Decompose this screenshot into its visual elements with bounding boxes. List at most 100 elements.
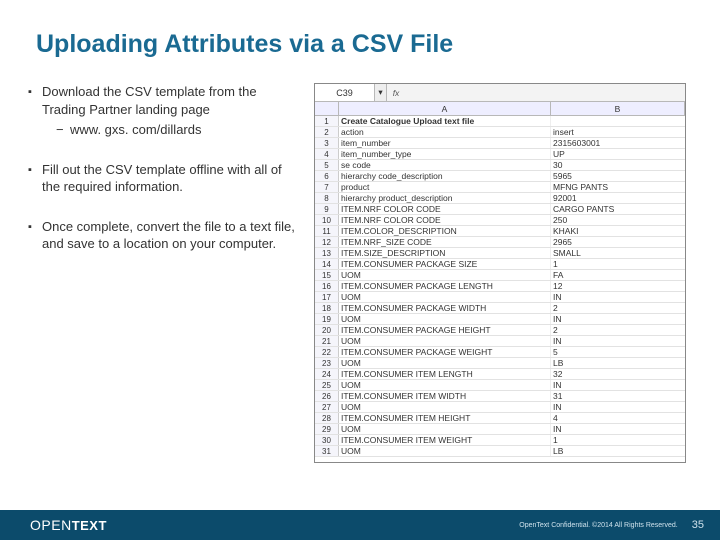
row-number[interactable]: 3 (315, 138, 339, 148)
column-header-b[interactable]: B (551, 102, 685, 115)
row-number[interactable]: 5 (315, 160, 339, 170)
cell-a[interactable]: ITEM.CONSUMER PACKAGE LENGTH (339, 281, 551, 291)
table-row: 18ITEM.CONSUMER PACKAGE WIDTH2 (315, 303, 685, 314)
cell-b[interactable]: 1 (551, 435, 685, 445)
cell-b[interactable]: 2 (551, 303, 685, 313)
cell-a[interactable]: ITEM.CONSUMER ITEM HEIGHT (339, 413, 551, 423)
row-number[interactable]: 22 (315, 347, 339, 357)
cell-b[interactable]: IN (551, 380, 685, 390)
row-number[interactable]: 1 (315, 116, 339, 126)
cell-b[interactable]: UP (551, 149, 685, 159)
cell-b[interactable]: 2 (551, 325, 685, 335)
cell-b[interactable]: 32 (551, 369, 685, 379)
fx-label[interactable]: fx (387, 88, 405, 98)
select-all-corner[interactable] (315, 102, 339, 115)
row-number[interactable]: 10 (315, 215, 339, 225)
cell-a[interactable]: UOM (339, 380, 551, 390)
cell-b[interactable]: KHAKI (551, 226, 685, 236)
cell-b[interactable]: SMALL (551, 248, 685, 258)
cell-a[interactable]: action (339, 127, 551, 137)
cell-a[interactable]: ITEM.NRF COLOR CODE (339, 204, 551, 214)
cell-b[interactable]: 1 (551, 259, 685, 269)
cell-b[interactable]: 31 (551, 391, 685, 401)
cell-b[interactable]: 2965 (551, 237, 685, 247)
cell-a[interactable]: UOM (339, 336, 551, 346)
name-box-dropdown-icon[interactable]: ▾ (375, 84, 387, 101)
row-number[interactable]: 21 (315, 336, 339, 346)
row-number[interactable]: 30 (315, 435, 339, 445)
cell-a[interactable]: ITEM.CONSUMER PACKAGE WEIGHT (339, 347, 551, 357)
cell-b[interactable]: 5965 (551, 171, 685, 181)
cell-b[interactable]: 2315603001 (551, 138, 685, 148)
cell-b[interactable]: 30 (551, 160, 685, 170)
cell-a[interactable]: hierarchy code_description (339, 171, 551, 181)
cell-b[interactable]: IN (551, 402, 685, 412)
row-number[interactable]: 6 (315, 171, 339, 181)
cell-b[interactable]: CARGO PANTS (551, 204, 685, 214)
cell-a[interactable]: ITEM.COLOR_DESCRIPTION (339, 226, 551, 236)
row-number[interactable]: 16 (315, 281, 339, 291)
cell-b[interactable]: 12 (551, 281, 685, 291)
row-number[interactable]: 29 (315, 424, 339, 434)
row-number[interactable]: 4 (315, 149, 339, 159)
cell-a[interactable]: Create Catalogue Upload text file (339, 116, 551, 126)
cell-a[interactable]: ITEM.CONSUMER PACKAGE SIZE (339, 259, 551, 269)
cell-b[interactable] (551, 116, 685, 126)
cell-b[interactable]: 92001 (551, 193, 685, 203)
row-number[interactable]: 8 (315, 193, 339, 203)
row-number[interactable]: 24 (315, 369, 339, 379)
row-number[interactable]: 20 (315, 325, 339, 335)
cell-b[interactable]: 5 (551, 347, 685, 357)
cell-a[interactable]: UOM (339, 270, 551, 280)
row-number[interactable]: 15 (315, 270, 339, 280)
row-number[interactable]: 14 (315, 259, 339, 269)
cell-a[interactable]: se code (339, 160, 551, 170)
row-number[interactable]: 13 (315, 248, 339, 258)
row-number[interactable]: 27 (315, 402, 339, 412)
cell-a[interactable]: ITEM.SIZE_DESCRIPTION (339, 248, 551, 258)
row-number[interactable]: 18 (315, 303, 339, 313)
row-number[interactable]: 11 (315, 226, 339, 236)
cell-a[interactable]: UOM (339, 424, 551, 434)
cell-a[interactable]: ITEM.CONSUMER ITEM WIDTH (339, 391, 551, 401)
cell-a[interactable]: item_number (339, 138, 551, 148)
row-number[interactable]: 12 (315, 237, 339, 247)
cell-b[interactable]: MFNG PANTS (551, 182, 685, 192)
name-box[interactable]: C39 (315, 84, 375, 101)
row-number[interactable]: 2 (315, 127, 339, 137)
cell-a[interactable]: UOM (339, 358, 551, 368)
cell-a[interactable]: hierarchy product_description (339, 193, 551, 203)
cell-a[interactable]: ITEM.CONSUMER PACKAGE HEIGHT (339, 325, 551, 335)
row-number[interactable]: 25 (315, 380, 339, 390)
cell-a[interactable]: UOM (339, 446, 551, 456)
row-number[interactable]: 7 (315, 182, 339, 192)
column-header-a[interactable]: A (339, 102, 551, 115)
cell-b[interactable]: IN (551, 424, 685, 434)
row-number[interactable]: 28 (315, 413, 339, 423)
cell-a[interactable]: item_number_type (339, 149, 551, 159)
cell-b[interactable]: LB (551, 446, 685, 456)
cell-a[interactable]: ITEM.NRF_SIZE CODE (339, 237, 551, 247)
row-number[interactable]: 31 (315, 446, 339, 456)
cell-b[interactable]: 250 (551, 215, 685, 225)
cell-a[interactable]: UOM (339, 292, 551, 302)
row-number[interactable]: 9 (315, 204, 339, 214)
cell-b[interactable]: IN (551, 336, 685, 346)
cell-b[interactable]: FA (551, 270, 685, 280)
cell-b[interactable]: LB (551, 358, 685, 368)
cell-b[interactable]: IN (551, 314, 685, 324)
cell-b[interactable]: 4 (551, 413, 685, 423)
cell-b[interactable]: IN (551, 292, 685, 302)
cell-a[interactable]: UOM (339, 314, 551, 324)
row-number[interactable]: 19 (315, 314, 339, 324)
cell-a[interactable]: ITEM.NRF COLOR CODE (339, 215, 551, 225)
cell-b[interactable]: insert (551, 127, 685, 137)
cell-a[interactable]: UOM (339, 402, 551, 412)
cell-a[interactable]: ITEM.CONSUMER ITEM LENGTH (339, 369, 551, 379)
cell-a[interactable]: product (339, 182, 551, 192)
row-number[interactable]: 26 (315, 391, 339, 401)
cell-a[interactable]: ITEM.CONSUMER ITEM WEIGHT (339, 435, 551, 445)
row-number[interactable]: 17 (315, 292, 339, 302)
cell-a[interactable]: ITEM.CONSUMER PACKAGE WIDTH (339, 303, 551, 313)
row-number[interactable]: 23 (315, 358, 339, 368)
